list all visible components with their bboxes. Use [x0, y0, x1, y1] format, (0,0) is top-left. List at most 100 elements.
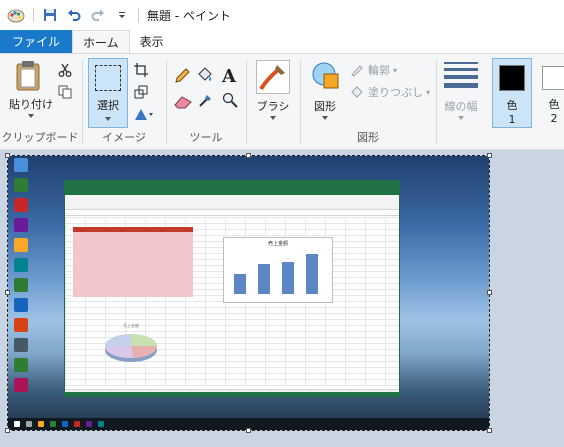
desktop-icon: [14, 378, 28, 392]
group-separator: [300, 60, 301, 144]
shapes-group-label: 図形: [357, 131, 379, 144]
pasted-screenshot[interactable]: 売上金額 売上金額: [8, 156, 489, 430]
paint-app-icon[interactable]: [7, 6, 25, 24]
canvas-area[interactable]: 売上金額 売上金額: [0, 151, 564, 447]
redo-icon[interactable]: [90, 7, 106, 23]
color1-button[interactable]: 色 1: [492, 58, 532, 128]
excel-window: 売上金額 売上金額: [64, 180, 400, 397]
resize-handle[interactable]: [5, 428, 10, 433]
window-title: 無題 - ペイント: [147, 8, 231, 23]
taskbar-icon: [86, 421, 92, 427]
resize-handle[interactable]: [487, 428, 492, 433]
pencil-icon[interactable]: [174, 68, 190, 88]
excel-pie-chart: [103, 331, 159, 365]
size-dropdown-icon[interactable]: [458, 116, 464, 120]
brushes-group: ブラシ: [248, 54, 298, 149]
taskbar-icon: [50, 421, 56, 427]
excel-chart-title: 売上金額: [267, 241, 288, 247]
chart-bar: [258, 264, 270, 294]
outline-label: 輪郭: [368, 64, 390, 77]
resize-handle[interactable]: [246, 428, 251, 433]
brushes-icon[interactable]: [256, 60, 290, 94]
select-label: 選択: [97, 99, 119, 112]
size-button[interactable]: 線の幅: [438, 98, 484, 114]
clipboard-group: 貼り付け クリップボード: [0, 54, 80, 149]
color1-swatch: [499, 65, 525, 91]
excel-formula-bar: [65, 210, 399, 216]
desktop-icon: [14, 158, 28, 172]
eraser-icon[interactable]: [174, 94, 192, 113]
excel-bar-chart: 売上金額: [223, 237, 333, 303]
title-separator: [33, 8, 34, 22]
group-separator: [436, 60, 437, 144]
save-icon[interactable]: [42, 7, 58, 23]
desktop-icon: [14, 278, 28, 292]
select-dropdown-icon: [105, 117, 111, 121]
select-button[interactable]: 選択: [88, 58, 128, 128]
desktop-icon: [14, 318, 28, 332]
resize-handle[interactable]: [5, 290, 10, 295]
paste-icon[interactable]: [14, 60, 44, 96]
fill-shape-button[interactable]: 塗りつぶし ▾: [350, 84, 430, 100]
paste-button[interactable]: 貼り付け: [6, 96, 56, 112]
color2-swatch: [542, 66, 564, 90]
copy-icon[interactable]: [58, 84, 72, 103]
brushes-button[interactable]: ブラシ: [248, 98, 298, 114]
customize-quick-access-icon[interactable]: [114, 7, 130, 23]
excel-pie-title: 売上金額: [123, 323, 139, 328]
group-separator: [166, 60, 167, 144]
desktop-icon: [14, 338, 28, 352]
select-icon: [95, 65, 121, 91]
excel-table-header: [73, 227, 193, 232]
ribbon: 貼り付け クリップボード 選択 イメージ A ツール ブラシ 図形 輪郭 ▾ 塗…: [0, 53, 564, 150]
text-icon[interactable]: A: [222, 66, 236, 87]
shapes-icon[interactable]: [310, 60, 342, 96]
resize-handle[interactable]: [487, 290, 492, 295]
start-icon: [14, 421, 20, 427]
group-separator: [246, 60, 247, 144]
crop-icon[interactable]: [134, 62, 148, 81]
chart-bar: [234, 274, 246, 294]
tab-view[interactable]: 表示: [130, 30, 174, 53]
image-group-label: イメージ: [102, 131, 146, 144]
desktop-icon: [14, 358, 28, 372]
shapes-dropdown-icon[interactable]: [322, 116, 328, 120]
cut-icon[interactable]: [58, 62, 72, 81]
fill-shape-label: 塗りつぶし: [368, 86, 424, 99]
taskbar-icon: [62, 421, 68, 427]
outline-button[interactable]: 輪郭 ▾: [350, 62, 397, 78]
color2-number: 2: [550, 112, 558, 125]
color1-label: 色: [506, 99, 518, 112]
size-icon[interactable]: [444, 62, 478, 88]
brushes-dropdown-icon[interactable]: [270, 116, 276, 120]
chart-bar: [282, 262, 294, 294]
group-separator: [82, 60, 83, 144]
excel-title-bar: [65, 181, 399, 190]
title-bar: 無題 - ペイント: [0, 0, 564, 30]
undo-icon[interactable]: [66, 7, 82, 23]
shapes-button[interactable]: 図形: [302, 98, 348, 114]
desktop-icon: [14, 218, 28, 232]
shapes-group: 図形 輪郭 ▾ 塗りつぶし ▾ 図形: [302, 54, 434, 149]
color2-button[interactable]: 色 2: [536, 58, 564, 128]
taskbar-icon: [74, 421, 80, 427]
tab-file[interactable]: ファイル: [0, 30, 73, 53]
desktop-icons: [10, 158, 32, 398]
taskbar-icon: [26, 421, 32, 427]
magnifier-icon[interactable]: [222, 92, 238, 112]
tab-home[interactable]: ホーム: [72, 30, 130, 53]
resize-icon[interactable]: [134, 84, 148, 103]
chart-bar: [306, 254, 318, 294]
color-picker-icon[interactable]: [198, 92, 214, 112]
outline-dropdown-icon: ▾: [393, 65, 398, 75]
resize-handle[interactable]: [5, 153, 10, 158]
fill-icon[interactable]: [196, 66, 214, 88]
tools-group-label: ツール: [189, 131, 223, 144]
excel-status-bar: [65, 392, 399, 396]
resize-handle[interactable]: [246, 153, 251, 158]
rotate-icon[interactable]: [134, 106, 154, 125]
desktop-icon: [14, 198, 28, 212]
size-group: 線の幅: [438, 54, 484, 149]
resize-handle[interactable]: [487, 153, 492, 158]
paste-dropdown-icon[interactable]: [28, 114, 34, 118]
